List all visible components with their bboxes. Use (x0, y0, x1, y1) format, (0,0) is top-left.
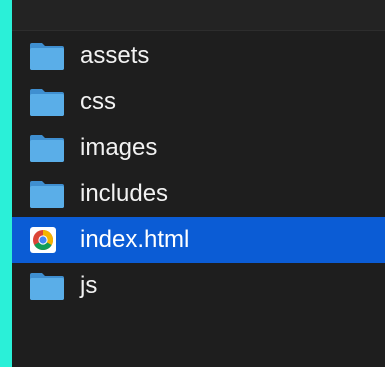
list-item-includes[interactable]: includes (12, 171, 385, 217)
list-item-label: assets (80, 42, 150, 69)
list-item-label: includes (80, 180, 169, 207)
list-item-label: js (80, 272, 98, 299)
list-item-label: images (80, 134, 158, 161)
folder-icon (30, 43, 64, 70)
finder-window: assets css images includes index.html js (12, 0, 385, 367)
list-item-index-html[interactable]: index.html (12, 217, 385, 263)
list-item-js[interactable]: js (12, 263, 385, 309)
folder-icon (30, 181, 64, 208)
list-item-css[interactable]: css (12, 79, 385, 125)
list-item-label: index.html (80, 226, 190, 253)
folder-icon (30, 273, 64, 300)
list-item-images[interactable]: images (12, 125, 385, 171)
folder-icon (30, 89, 64, 116)
file-list: assets css images includes index.html js (12, 33, 385, 309)
list-item-label: css (80, 88, 116, 115)
list-item-assets[interactable]: assets (12, 33, 385, 79)
folder-icon (30, 135, 64, 162)
chrome-file-icon (30, 227, 56, 253)
window-toolbar (12, 0, 385, 31)
